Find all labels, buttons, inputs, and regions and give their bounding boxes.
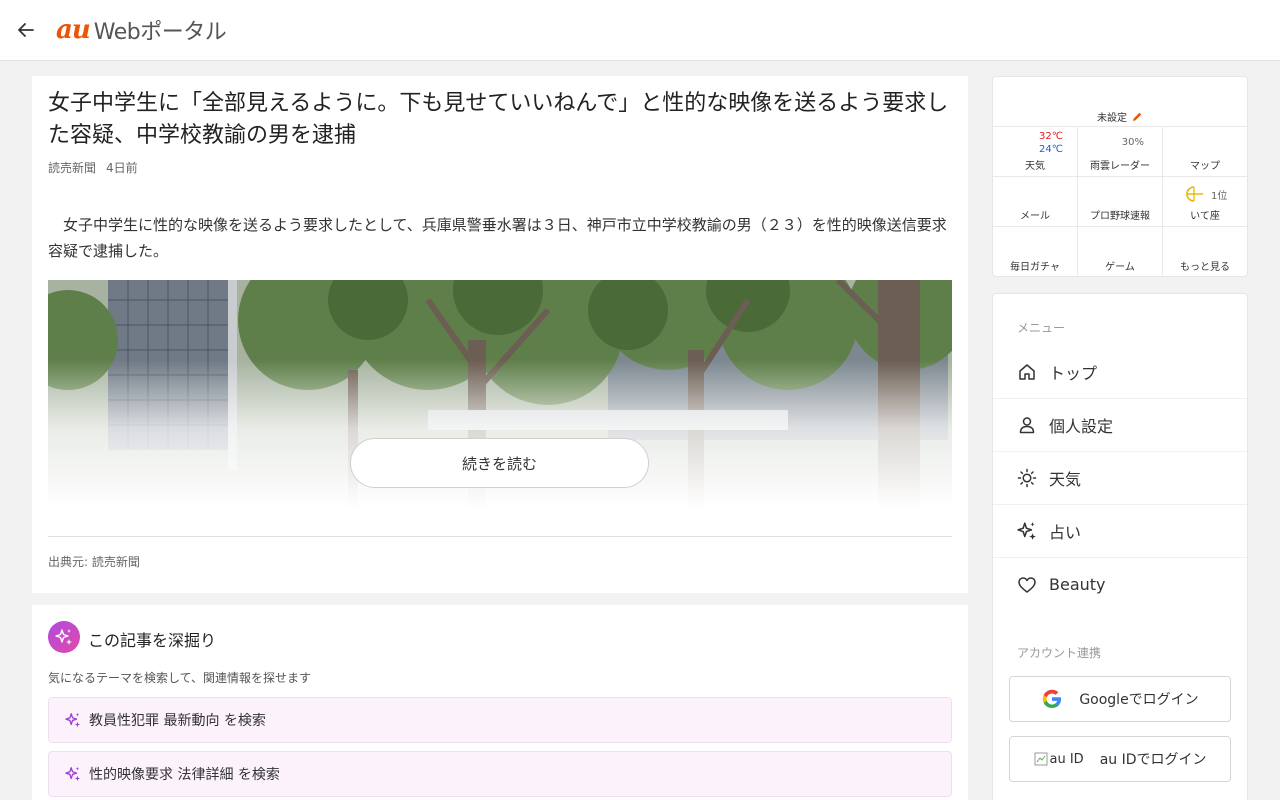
widget-game[interactable]: ゲーム (1078, 227, 1163, 277)
widget-more-label: もっと見る (1180, 262, 1230, 273)
menu-item-label: 占い (1049, 523, 1082, 542)
sagittarius-icon (1186, 186, 1203, 202)
sun-icon (1017, 468, 1037, 488)
app-header: au Webポータル (0, 0, 1280, 61)
sparkle-icon (65, 712, 81, 728)
article-age: 4日前 (106, 161, 138, 175)
widget-weather[interactable]: 32℃ 24℃ 天気 (993, 127, 1078, 177)
person-icon (1019, 417, 1035, 434)
site-logo[interactable]: au Webポータル (56, 14, 227, 46)
article-publisher: 読売新聞 (48, 161, 97, 175)
menu-item-settings[interactable]: 個人設定 (993, 399, 1247, 452)
deepdig-search-label: 性的映像要求 法律詳細 を検索 (89, 767, 280, 783)
read-more-button[interactable]: 続きを読む (350, 438, 649, 488)
temp-high: 32℃ (1039, 131, 1063, 142)
arrow-left-icon (18, 23, 34, 37)
account-heading: アカウント連携 (1017, 646, 1102, 660)
google-login-label: Googleでログイン (1079, 692, 1199, 708)
menu-heading: メニュー (1017, 321, 1066, 335)
sparkle-icon (1017, 522, 1036, 540)
widget-game-label: ゲーム (1105, 262, 1135, 273)
widget-baseball-label: プロ野球速報 (1090, 211, 1150, 222)
article-card: 女子中学生に「全部見えるように。下も見せていいねんで」と性的な映像を送るよう要求… (32, 76, 968, 593)
widget-gacha-label: 毎日ガチャ (1010, 262, 1060, 273)
menu-item-label: Beauty (1049, 575, 1106, 594)
sparkle-icon (48, 621, 80, 653)
article-title: 女子中学生に「全部見えるように。下も見せていいねんで」と性的な映像を送るよう要求… (48, 91, 949, 148)
google-logo-icon (1043, 689, 1062, 708)
article-source: 出典元: 読売新聞 (48, 555, 140, 569)
back-button[interactable] (14, 18, 38, 42)
menu-item-label: 個人設定 (1049, 417, 1114, 436)
deepdig-title: この記事を深掘り (88, 631, 217, 650)
temp-low: 24℃ (1039, 144, 1063, 155)
rain-chance: 30% (1121, 137, 1144, 148)
widget-mail[interactable]: メール (993, 177, 1078, 227)
heart-icon (1018, 576, 1036, 593)
widget-horoscope[interactable]: 1位 いて座 (1163, 177, 1247, 227)
menu-item-fortune[interactable]: 占い (993, 505, 1247, 558)
divider (48, 536, 952, 537)
article-meta: 読売新聞 4日前 (48, 159, 148, 176)
widget-mail-label: メール (1020, 211, 1050, 222)
widget-rain-label: 雨雲レーダー (1090, 161, 1150, 172)
auid-login-label: au IDでログイン (1099, 752, 1207, 768)
menu-item-weather[interactable]: 天気 (993, 452, 1247, 505)
menu-item-beauty[interactable]: Beauty (993, 558, 1247, 611)
widget-horoscope-label: いて座 (1190, 211, 1220, 222)
widget-map-label: マップ (1190, 161, 1220, 172)
article-body: 女子中学生に性的な映像を送るよう要求したとして、兵庫県警垂水署は３日、神戸市立中… (48, 216, 947, 260)
widget-more[interactable]: もっと見る (1163, 227, 1247, 277)
deepdig-search-item[interactable]: 教員性犯罪 最新動向 を検索 (48, 697, 952, 743)
location-unset-label: 未設定 (1097, 113, 1127, 124)
horoscope-rank: 1位 (1211, 191, 1228, 202)
side-menu: メニュー トップ 個人設定 天気 占い Beauty アカウント連携 Googl… (992, 293, 1248, 800)
widget-location-bar[interactable]: 未設定 (993, 77, 1247, 127)
deepdig-card: この記事を深掘り 気になるテーマを検索して、関連情報を探せます 教員性犯罪 最新… (32, 605, 968, 800)
deepdig-search-item[interactable]: 性的映像要求 法律詳細 を検索 (48, 751, 952, 797)
menu-item-label: トップ (1049, 364, 1098, 383)
deepdig-subtitle: 気になるテーマを検索して、関連情報を探せます (48, 671, 312, 685)
sparkle-icon (65, 766, 81, 782)
auid-image-alt: au ID (1049, 751, 1084, 767)
menu-item-top[interactable]: トップ (993, 346, 1247, 399)
widget-map[interactable]: マップ (1163, 127, 1247, 177)
menu-item-label: 天気 (1049, 470, 1082, 489)
logo-brand: au (56, 15, 91, 45)
location-unset[interactable]: 未設定 (1097, 109, 1143, 124)
deepdig-search-label: 教員性犯罪 最新動向 を検索 (89, 713, 266, 729)
auid-login-button[interactable]: au ID au IDでログイン (1009, 736, 1231, 782)
logo-text: Webポータル (93, 20, 227, 45)
widget-gacha[interactable]: 毎日ガチャ (993, 227, 1078, 277)
google-login-button[interactable]: Googleでログイン (1009, 676, 1231, 722)
widget-baseball[interactable]: プロ野球速報 (1078, 177, 1163, 227)
info-widget: 未設定 32℃ 24℃ 天気 30% 雨雲レーダー マップ メール プロ野球速報… (992, 76, 1248, 277)
pencil-icon (1133, 112, 1142, 121)
widget-weather-label: 天気 (1025, 161, 1045, 172)
auid-image-icon: au ID (1034, 752, 1084, 767)
widget-rain-radar[interactable]: 30% 雨雲レーダー (1078, 127, 1163, 177)
home-icon (1019, 364, 1035, 380)
